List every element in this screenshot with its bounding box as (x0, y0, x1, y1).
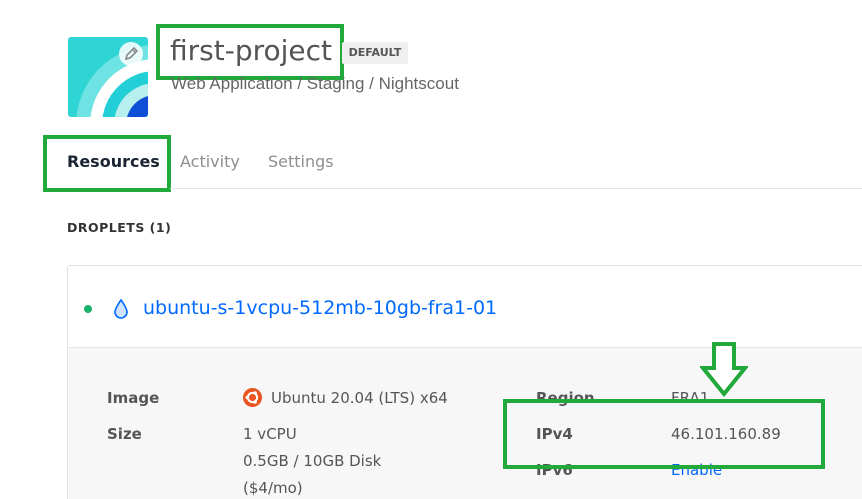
ipv4-highlight-box (503, 399, 825, 469)
size-price: ($4/mo) (243, 479, 303, 497)
edit-pencil-icon[interactable] (118, 41, 144, 67)
droplet-icon (112, 298, 130, 320)
title-highlight-box (156, 24, 344, 80)
size-disk: 0.5GB / 10GB Disk (243, 452, 382, 470)
status-dot (84, 305, 92, 313)
default-badge: DEFAULT (342, 42, 408, 64)
size-label: Size (107, 425, 142, 443)
tab-settings[interactable]: Settings (268, 152, 334, 171)
tab-highlight-box (43, 135, 171, 192)
droplets-heading: DROPLETS (1) (67, 220, 172, 235)
ubuntu-icon (243, 388, 262, 407)
project-subtitle: Web Application / Staging / Nightscout (171, 74, 459, 93)
image-value: Ubuntu 20.04 (LTS) x64 (271, 389, 448, 407)
tabs-divider (170, 188, 862, 189)
down-arrow-icon (698, 340, 750, 400)
image-label: Image (107, 389, 160, 407)
droplet-name-link[interactable]: ubuntu-s-1vcpu-512mb-10gb-fra1-01 (143, 297, 497, 319)
size-vcpu: 1 vCPU (243, 425, 297, 443)
tab-activity[interactable]: Activity (180, 152, 240, 171)
